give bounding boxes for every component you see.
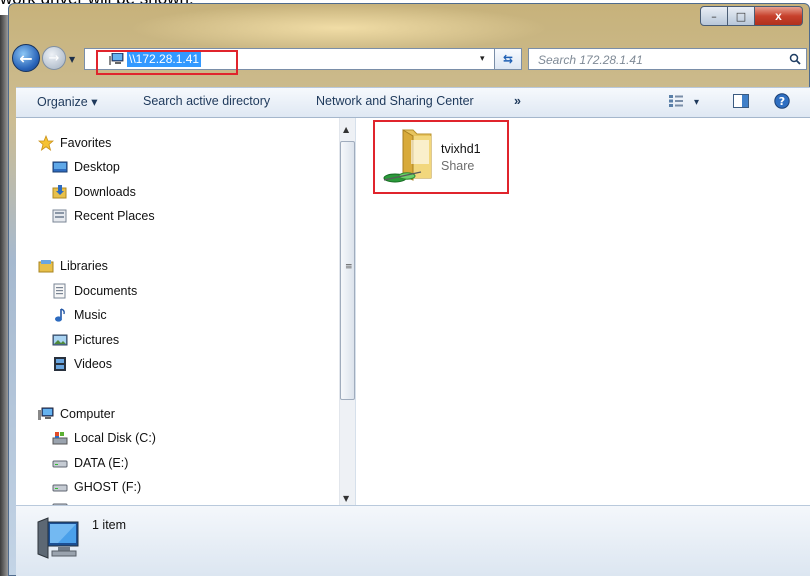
- nav-item-pictures[interactable]: Pictures: [52, 331, 119, 349]
- help-icon[interactable]: ?: [774, 93, 790, 109]
- refresh-icon: ⇆: [502, 52, 514, 66]
- nav-item-label: Recent Places: [74, 209, 155, 223]
- scroll-down-arrow-icon[interactable]: ▼: [343, 494, 349, 503]
- nav-item-label: Music: [74, 308, 107, 322]
- svg-text:?: ?: [779, 95, 785, 108]
- refresh-button[interactable]: ⇆: [494, 48, 522, 70]
- pictures-icon: [52, 334, 68, 346]
- preview-pane-icon[interactable]: [733, 94, 749, 108]
- nav-favorites-label: Favorites: [60, 136, 112, 150]
- nav-computer[interactable]: Computer: [38, 405, 115, 423]
- minimize-button[interactable]: –: [700, 6, 728, 26]
- recent-places-icon: [52, 209, 67, 223]
- desktop-icon: [52, 161, 68, 173]
- more-commands-button[interactable]: »: [514, 94, 521, 108]
- scroll-up-arrow-icon[interactable]: ▲: [343, 125, 349, 134]
- nav-item-ghost-f[interactable]: GHOST (F:): [52, 478, 141, 496]
- libraries-icon: [38, 260, 54, 273]
- recent-pages-dropdown[interactable]: ▼: [69, 55, 75, 64]
- nav-item-label: DATA (E:): [74, 456, 129, 470]
- nav-item-label: Desktop: [74, 160, 120, 174]
- downloads-icon: [52, 185, 67, 199]
- star-icon: [38, 135, 54, 151]
- view-options-icon[interactable]: [668, 94, 684, 108]
- drive-icon: [52, 460, 68, 468]
- close-button[interactable]: x: [755, 6, 803, 26]
- address-highlight-box: [96, 50, 238, 75]
- back-arrow-icon: ←: [19, 48, 33, 68]
- nav-libraries-label: Libraries: [60, 259, 108, 273]
- music-icon: [55, 308, 65, 322]
- forward-button[interactable]: →: [42, 46, 66, 70]
- nav-item-label: Downloads: [74, 185, 136, 199]
- folder-highlight-box: [373, 120, 509, 194]
- nav-item-label: Videos: [74, 357, 112, 371]
- search-active-directory-button[interactable]: Search active directory: [143, 94, 270, 108]
- nav-item-documents[interactable]: Documents: [52, 282, 137, 300]
- nav-item-music[interactable]: Music: [52, 306, 107, 324]
- pane-splitter[interactable]: [355, 118, 356, 505]
- search-placeholder: Search 172.28.1.41: [538, 53, 643, 67]
- nav-computer-label: Computer: [60, 407, 115, 421]
- nav-item-data-e[interactable]: DATA (E:): [52, 454, 128, 472]
- nav-item-label: Pictures: [74, 333, 120, 347]
- nav-item-label: Documents: [74, 284, 138, 298]
- search-icon[interactable]: [789, 53, 801, 65]
- nav-item-videos[interactable]: Videos: [52, 355, 112, 373]
- item-count: 1 item: [92, 518, 127, 532]
- nav-item-recent-places[interactable]: Recent Places: [52, 207, 155, 225]
- computer-icon: [37, 517, 79, 559]
- details-pane: [16, 505, 810, 576]
- forward-arrow-icon: →: [48, 50, 60, 66]
- caption-buttons: – □ x: [700, 6, 803, 26]
- computer-icon: [38, 407, 54, 420]
- address-dropdown-button[interactable]: ▾: [480, 54, 485, 64]
- nav-item-desktop[interactable]: Desktop: [52, 158, 120, 176]
- back-button[interactable]: ←: [12, 44, 40, 72]
- drive-icon: [52, 484, 68, 492]
- local-disk-icon: [52, 432, 68, 445]
- nav-item-label: Local Disk (C:): [74, 431, 156, 445]
- documents-icon: [53, 283, 66, 299]
- organize-button[interactable]: Organize ▾: [37, 94, 97, 109]
- scroll-grip-icon: ≡: [345, 262, 353, 272]
- nav-libraries[interactable]: Libraries: [38, 257, 108, 275]
- nav-item-downloads[interactable]: Downloads: [52, 183, 136, 201]
- maximize-button[interactable]: □: [728, 6, 755, 26]
- view-options-dropdown[interactable]: ▾: [694, 97, 699, 108]
- background-edge: [0, 15, 8, 576]
- network-sharing-center-button[interactable]: Network and Sharing Center: [316, 94, 474, 108]
- nav-item-label: GHOST (F:): [74, 480, 142, 494]
- videos-icon: [54, 357, 66, 371]
- nav-favorites[interactable]: Favorites: [38, 134, 111, 152]
- nav-item-local-disk-c[interactable]: Local Disk (C:): [52, 429, 156, 447]
